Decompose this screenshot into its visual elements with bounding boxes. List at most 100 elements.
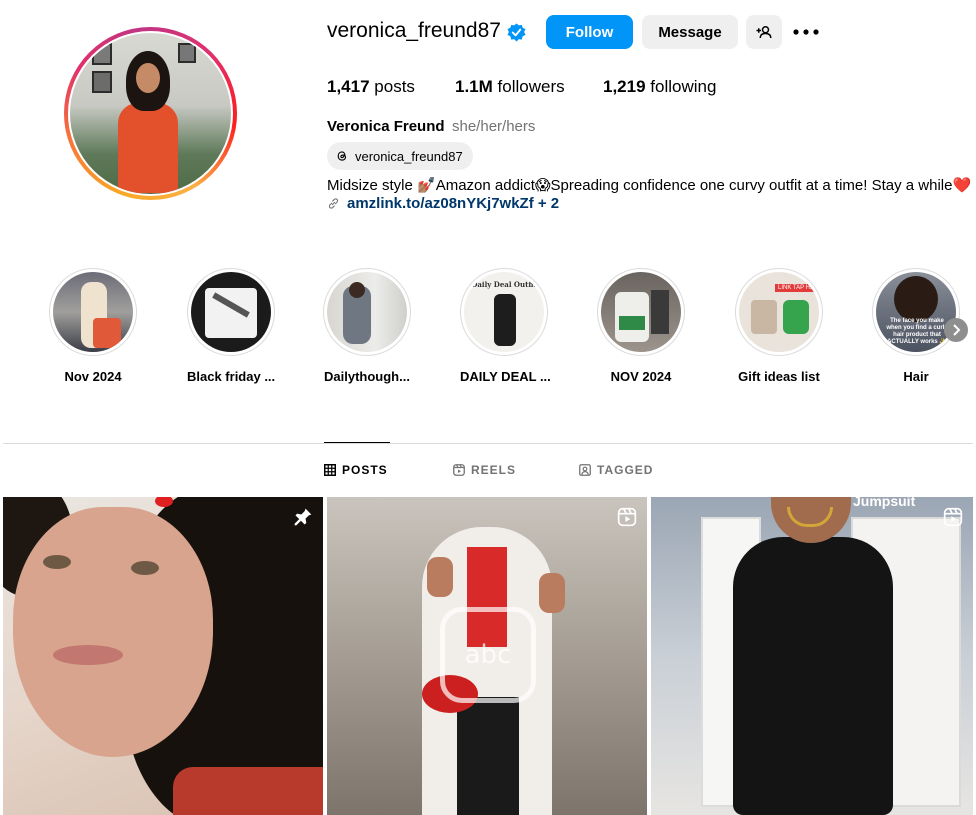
post-image-hand [427, 557, 453, 597]
reel-icon [617, 507, 637, 527]
posts-count: 1,417 posts [327, 77, 415, 97]
tab-tagged-label: TAGGED [597, 463, 654, 477]
highlight-cover-shape [651, 290, 669, 334]
pin-icon [294, 508, 312, 526]
following-label: following [650, 77, 717, 96]
active-tab-indicator [324, 442, 390, 443]
post-image-face [13, 507, 213, 757]
post-image-hand [539, 573, 565, 613]
grid-icon [324, 464, 336, 476]
profile-bio: Midsize style 💅🏽Amazon addict😱Spreading … [327, 177, 972, 194]
threads-handle: veronica_freund87 [355, 148, 463, 164]
avatar-dress [118, 103, 178, 193]
highlight-ring: Daily Deal Outfit [460, 268, 548, 356]
chevron-right-icon [953, 324, 961, 336]
highlight-item[interactable]: Black friday ... [187, 268, 275, 384]
highlight-cover [53, 272, 133, 352]
section-divider [3, 443, 973, 444]
post-thumbnail[interactable] [3, 497, 323, 815]
avatar-wall-frame [92, 43, 112, 65]
highlight-cover-shape [619, 316, 645, 330]
reels-icon [453, 464, 465, 476]
profile-pronouns: she/her/hers [452, 118, 536, 135]
posts-label: posts [374, 77, 415, 96]
highlight-item[interactable]: LINK TAP HERE Gift ideas list [735, 268, 823, 384]
highlights-next-button[interactable] [944, 318, 968, 342]
posts-count-value: 1,417 [327, 77, 370, 96]
followers-label: followers [497, 77, 565, 96]
followers-count-value: 1.1M [455, 77, 493, 96]
highlight-item[interactable]: Dailythough... [323, 268, 411, 384]
link-icon [328, 198, 339, 209]
profile-username: veronica_freund87 [327, 19, 501, 42]
highlight-ring: LINK TAP HERE [735, 268, 823, 356]
highlight-cover: Daily Deal Outfit [464, 272, 544, 352]
profile-external-link[interactable]: amzlink.to/az08nYKj7wkZf + 2 [327, 195, 559, 212]
highlight-cover [327, 272, 407, 352]
avatar-wall-frame [178, 43, 196, 63]
highlight-label: Hair [903, 369, 929, 384]
tab-posts-label: POSTS [342, 463, 388, 477]
following-count-value: 1,219 [603, 77, 646, 96]
post-image-shirt [173, 767, 323, 815]
highlight-ring [323, 268, 411, 356]
highlight-cover: LINK TAP HERE [739, 272, 819, 352]
tab-reels-label: REELS [471, 463, 517, 477]
highlight-label: Dailythough... [324, 369, 410, 384]
highlight-cover [601, 272, 681, 352]
highlight-label: Nov 2024 [64, 369, 122, 384]
post-image-jumpsuit [733, 537, 893, 815]
more-dots-icon [793, 29, 819, 35]
post-image-pants [457, 697, 519, 815]
post-image-eye [131, 561, 159, 575]
highlight-label: NOV 2024 [610, 369, 672, 384]
post-thumbnail[interactable]: abc [327, 497, 647, 815]
add-user-icon [756, 26, 772, 39]
highlight-label: Black friday ... [187, 369, 276, 384]
highlight-cover-shape [93, 318, 121, 348]
tab-posts[interactable]: POSTS [324, 463, 388, 477]
reel-icon [943, 507, 963, 527]
highlight-cover-shape [894, 276, 938, 322]
highlight-ring: The face you make when you find a curly … [872, 268, 960, 356]
verified-badge-icon [507, 23, 526, 42]
highlight-cover [191, 272, 271, 352]
highlight-cover-text: LINK TAP HERE [775, 284, 819, 292]
highlight-item[interactable]: Daily Deal Outfit DAILY DEAL ... [460, 268, 551, 384]
highlight-item[interactable]: Nov 2024 [49, 268, 137, 384]
profile-link-text: amzlink.to/az08nYKj7wkZf + 2 [347, 195, 560, 212]
highlight-label: DAILY DEAL ... [460, 369, 551, 384]
tab-tagged[interactable]: TAGGED [579, 463, 653, 477]
post-overlay-text: abc [464, 640, 512, 670]
profile-full-name: Veronica Freund [327, 118, 445, 135]
post-image-eye [43, 555, 71, 569]
highlight-ring [597, 268, 685, 356]
highlight-label: Gift ideas list [738, 369, 820, 384]
suggested-users-button[interactable] [746, 15, 782, 49]
highlight-cover-shape [349, 282, 365, 298]
highlight-cover: The face you make when you find a curly … [876, 272, 956, 352]
highlight-cover-text: Daily Deal Outfit [471, 280, 537, 289]
more-options-button[interactable] [792, 20, 820, 44]
highlight-ring [49, 268, 137, 356]
profile-avatar[interactable] [70, 33, 231, 194]
post-image-lips [53, 645, 123, 665]
tab-reels[interactable]: REELS [453, 463, 516, 477]
message-button[interactable]: Message [642, 15, 738, 49]
highlight-cover-shape [494, 294, 516, 346]
follow-button[interactable]: Follow [546, 15, 633, 49]
threads-badge-link[interactable]: veronica_freund87 [327, 142, 473, 170]
profile-avatar-ring[interactable] [64, 27, 237, 200]
following-link[interactable]: 1,219 following [603, 77, 716, 97]
threads-icon [337, 151, 347, 161]
avatar-face [136, 63, 160, 93]
post-thumbnail[interactable]: Jumpsuit [651, 497, 973, 815]
highlight-cover-text: The face you make when you find a curly … [886, 318, 948, 345]
followers-link[interactable]: 1.1M followers [455, 77, 565, 97]
highlight-item[interactable]: NOV 2024 [597, 268, 685, 384]
tagged-icon [579, 464, 591, 476]
highlight-cover-shape [783, 300, 809, 334]
post-text-overlay: abc [440, 607, 536, 703]
highlight-ring [187, 268, 275, 356]
avatar-wall-frame [92, 71, 112, 93]
